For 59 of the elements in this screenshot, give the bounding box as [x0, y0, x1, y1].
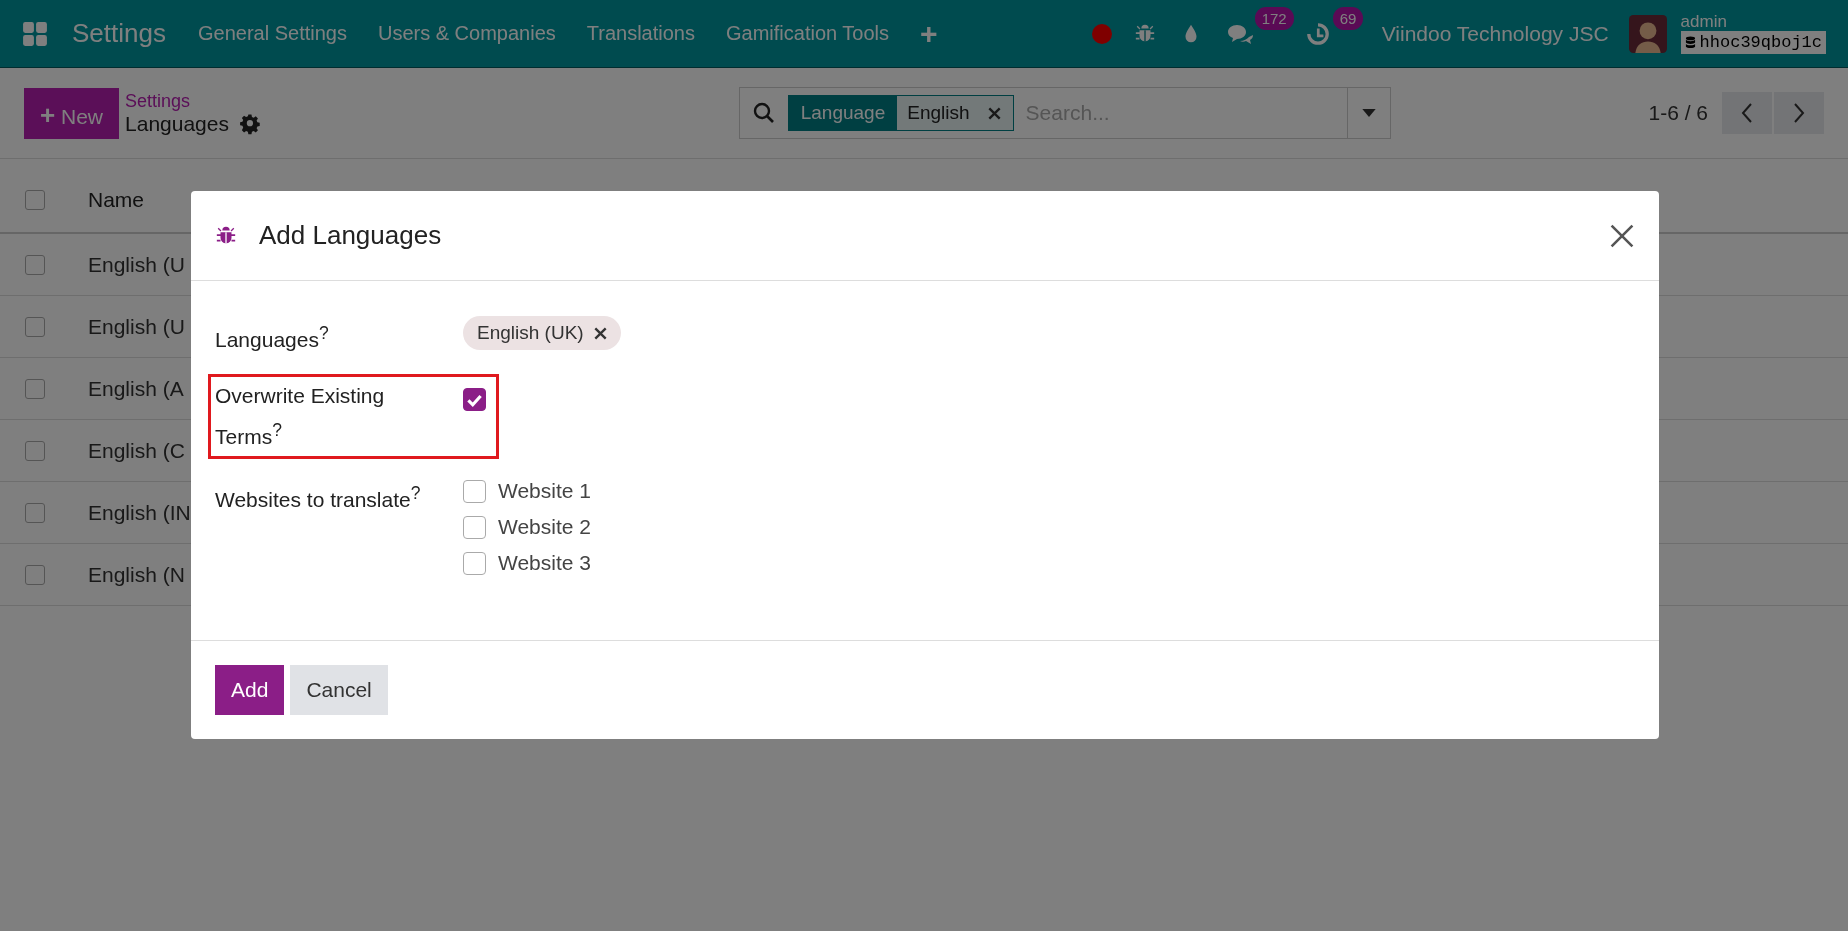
remove-icon[interactable]	[593, 326, 607, 340]
search-icon	[751, 101, 776, 125]
table-cell: English (A	[88, 376, 184, 401]
field-label: Overwrite Existing Terms$^{?}$	[215, 383, 386, 450]
table-cell: English (U	[88, 252, 185, 277]
table-cell: English (U	[88, 314, 185, 339]
page-title: Languages	[125, 111, 229, 136]
row-checkbox[interactable]	[25, 502, 45, 523]
dialog-title: Add Languages	[259, 220, 442, 251]
column-header[interactable]: Name	[88, 187, 145, 212]
count-badge: 69	[1332, 6, 1364, 30]
previous-page-button[interactable]	[1722, 92, 1772, 134]
count-badge: 172	[1254, 6, 1294, 30]
checkbox[interactable]	[463, 479, 486, 503]
menu-item[interactable]: Translations	[586, 22, 695, 45]
table-cell: English (C	[88, 438, 185, 463]
record-icon[interactable]	[1091, 23, 1112, 44]
menu-item[interactable]: General Settings	[197, 22, 347, 45]
checkbox[interactable]	[463, 515, 486, 539]
close-icon[interactable]	[1609, 222, 1635, 249]
remove-icon[interactable]	[987, 106, 1001, 120]
row-checkbox[interactable]	[25, 440, 45, 461]
row-checkbox[interactable]	[25, 564, 45, 585]
checkbox[interactable]	[463, 551, 486, 575]
facet-label: Language	[788, 96, 898, 130]
table-cell: English (IN	[88, 500, 191, 525]
company-name[interactable]: Viindoo Technology JSC	[1381, 21, 1609, 46]
add-menu-button[interactable]: +	[920, 16, 938, 51]
settings-icon[interactable]	[239, 112, 261, 135]
breadcrumb-link[interactable]: Settings	[125, 90, 261, 112]
row-checkbox[interactable]	[25, 254, 45, 275]
table-cell: English (N	[88, 562, 185, 587]
row-checkbox[interactable]	[25, 378, 45, 399]
checkbox-label[interactable]: Website 1	[498, 476, 591, 506]
facet-value: English	[897, 96, 980, 130]
field-label: Languages$^{?}$	[215, 322, 330, 353]
user-name[interactable]: admin	[1680, 13, 1727, 31]
select-all-checkbox[interactable]	[25, 189, 45, 210]
new-button[interactable]: + New	[24, 87, 120, 139]
chevron-left-icon	[1741, 103, 1753, 123]
cancel-button[interactable]: Cancel	[290, 665, 388, 715]
row-checkbox[interactable]	[25, 316, 45, 337]
chevron-right-icon	[1793, 103, 1805, 123]
field-label: Websites to translate$^{?}$	[215, 482, 422, 513]
checkbox[interactable]	[463, 388, 486, 411]
pager-value[interactable]: 1-6 / 6	[1648, 101, 1708, 125]
caret-icon	[1361, 109, 1376, 117]
database-icon	[1684, 36, 1696, 49]
apps-menu-icon[interactable]	[22, 20, 48, 47]
database-tag: hhoc39qboj1c	[1680, 31, 1826, 54]
tag-chip: English (UK)	[463, 316, 621, 350]
menu-item[interactable]: Gamification Tools	[726, 22, 890, 45]
app-name[interactable]: Settings	[72, 18, 166, 49]
add-button[interactable]: Add	[215, 665, 285, 715]
next-page-button[interactable]	[1774, 92, 1824, 134]
checkbox-label[interactable]: Website 2	[498, 512, 591, 542]
menu-item[interactable]: Users & Companies	[377, 22, 556, 45]
checkbox-label[interactable]: Website 3	[498, 548, 591, 578]
avatar-icon[interactable]	[1628, 14, 1667, 53]
